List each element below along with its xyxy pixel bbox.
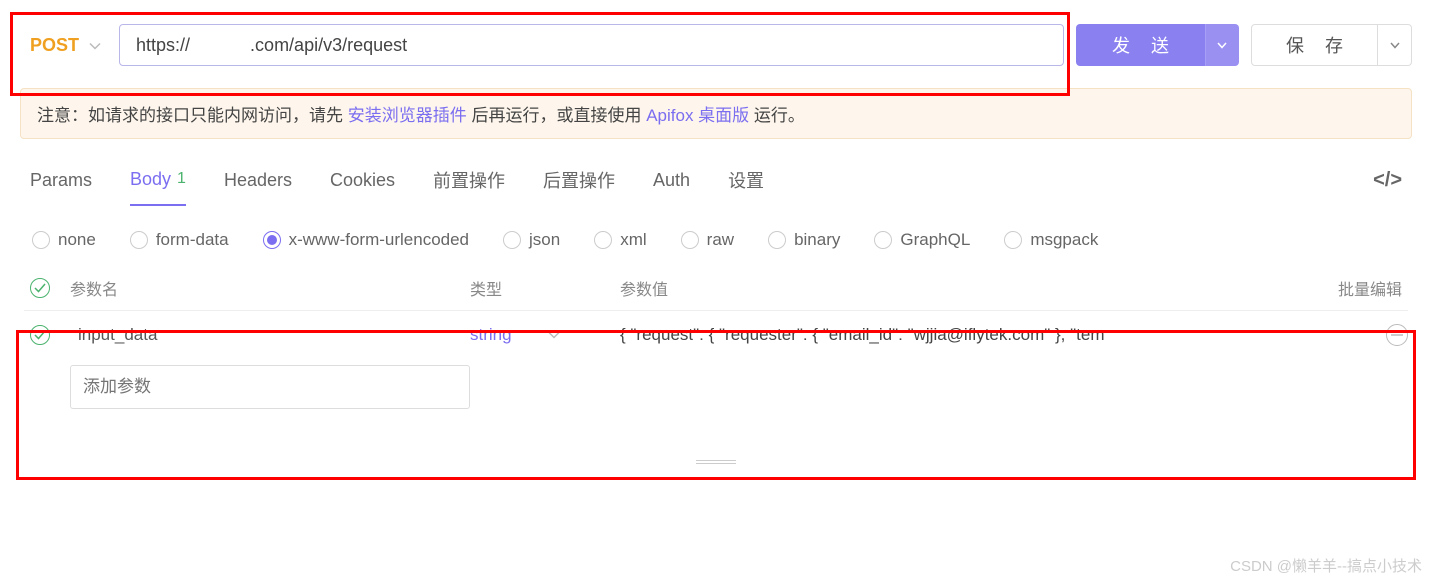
watermark: CSDN @懒羊羊--搞点小技术 <box>1230 555 1422 576</box>
body-type-label: GraphQL <box>900 230 970 250</box>
resize-handle[interactable] <box>0 459 1432 465</box>
body-type-binary[interactable]: binary <box>768 230 840 250</box>
radio-icon <box>32 231 50 249</box>
chevron-down-icon <box>548 331 560 339</box>
check-all-icon[interactable] <box>30 278 50 298</box>
remove-row-button[interactable] <box>1386 324 1408 346</box>
col-type-header: 类型 <box>470 276 620 300</box>
tab-post-request[interactable]: 后置操作 <box>543 167 615 207</box>
save-button[interactable]: 保 存 <box>1251 24 1378 66</box>
body-type-formdata[interactable]: form-data <box>130 230 229 250</box>
chevron-down-icon <box>89 37 101 53</box>
body-type-urlencoded[interactable]: x-www-form-urlencoded <box>263 230 469 250</box>
notice-prefix: 注意：如请求的接口只能内网访问，请先 <box>37 106 348 125</box>
send-split-button[interactable] <box>1205 24 1239 66</box>
tab-headers[interactable]: Headers <box>224 170 292 205</box>
notice-mid: 后再运行，或直接使用 <box>471 106 646 125</box>
row-check-icon[interactable] <box>30 325 50 345</box>
radio-icon <box>768 231 786 249</box>
tab-body-badge: 1 <box>177 170 186 188</box>
tab-settings[interactable]: 设置 <box>728 167 764 207</box>
body-type-label: x-www-form-urlencoded <box>289 230 469 250</box>
radio-icon <box>681 231 699 249</box>
radio-icon <box>594 231 612 249</box>
http-method-label: POST <box>30 35 79 56</box>
notice-banner: 注意：如请求的接口只能内网访问，请先 安装浏览器插件 后再运行，或直接使用 Ap… <box>20 88 1412 139</box>
chevron-down-icon <box>1217 42 1227 49</box>
col-value-header: 参数值 <box>620 276 1322 300</box>
tab-body-label: Body <box>130 169 171 190</box>
radio-icon <box>130 231 148 249</box>
body-type-label: raw <box>707 230 734 250</box>
body-type-json[interactable]: json <box>503 230 560 250</box>
body-type-graphql[interactable]: GraphQL <box>874 230 970 250</box>
body-type-msgpack[interactable]: msgpack <box>1004 230 1098 250</box>
apifox-desktop-link[interactable]: Apifox 桌面版 <box>646 106 749 125</box>
tab-cookies[interactable]: Cookies <box>330 170 395 205</box>
save-split-button[interactable] <box>1378 24 1412 66</box>
minus-icon <box>1391 334 1403 336</box>
param-type-label: string <box>470 325 512 345</box>
drag-handle-icon <box>696 460 736 464</box>
radio-icon <box>263 231 281 249</box>
tab-pre-request[interactable]: 前置操作 <box>433 167 505 207</box>
code-icon[interactable]: </> <box>1373 169 1402 206</box>
body-type-none[interactable]: none <box>32 230 96 250</box>
notice-suffix: 运行。 <box>754 106 805 125</box>
tab-params[interactable]: Params <box>30 170 92 205</box>
tab-body[interactable]: Body 1 <box>130 169 186 206</box>
param-value-cell[interactable]: { "request": { "requester": { "email_id"… <box>620 325 1402 345</box>
body-type-label: form-data <box>156 230 229 250</box>
body-type-label: none <box>58 230 96 250</box>
body-type-raw[interactable]: raw <box>681 230 734 250</box>
body-type-label: msgpack <box>1030 230 1098 250</box>
body-type-label: xml <box>620 230 646 250</box>
http-method-select[interactable]: POST <box>20 35 107 56</box>
radio-icon <box>1004 231 1022 249</box>
param-name-cell[interactable]: input_data <box>70 325 470 345</box>
send-button[interactable]: 发 送 <box>1076 24 1205 66</box>
tab-auth[interactable]: Auth <box>653 170 690 205</box>
add-param-input[interactable] <box>70 365 470 409</box>
body-type-label: binary <box>794 230 840 250</box>
radio-icon <box>874 231 892 249</box>
chevron-down-icon <box>1390 42 1400 49</box>
radio-icon <box>503 231 521 249</box>
table-row: input_data string { "request": { "reques… <box>24 311 1408 359</box>
body-type-xml[interactable]: xml <box>594 230 646 250</box>
body-type-label: json <box>529 230 560 250</box>
params-table-header: 参数名 类型 参数值 批量编辑 <box>24 266 1408 311</box>
param-type-cell[interactable]: string <box>470 325 620 345</box>
bulk-edit-button[interactable]: 批量编辑 <box>1322 276 1402 300</box>
install-plugin-link[interactable]: 安装浏览器插件 <box>348 106 467 125</box>
col-name-header: 参数名 <box>70 276 470 300</box>
url-input[interactable] <box>119 24 1064 66</box>
